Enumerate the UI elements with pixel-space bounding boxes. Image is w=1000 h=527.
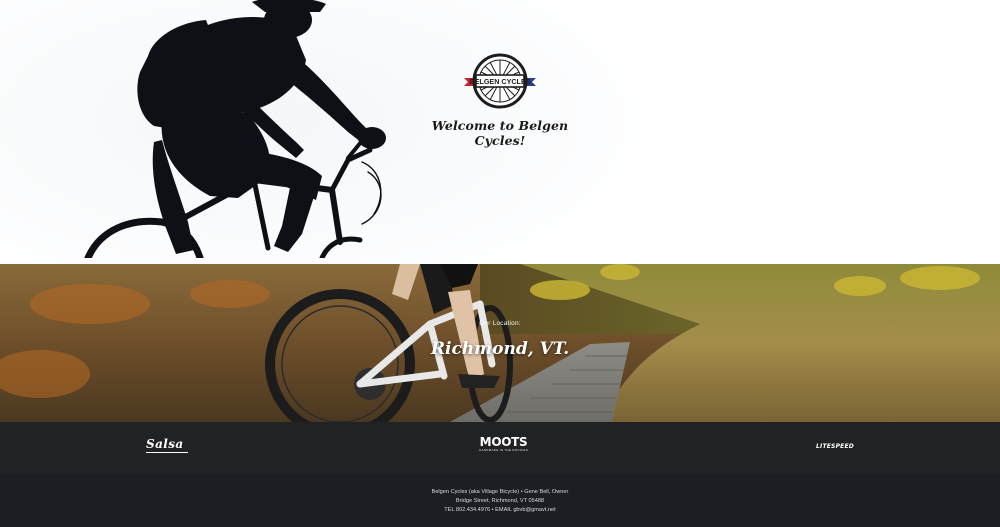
brand-salsa-logo[interactable]: Salsa (146, 437, 188, 453)
footer-address-line: Bridge Street, Richmond, VT 05488 (455, 498, 545, 504)
site-footer: Belgen Cycles (aka Village Bicycle) • Ge… (0, 474, 1000, 527)
brand-moots-name: MOOTS (479, 435, 528, 449)
footer-contact-line: TEL 802.434.4976 • EMAIL gbvb@gmavt.net (444, 507, 556, 513)
hero-section: BELGEN CYCLES Welcome to Belgen Cycles! (0, 0, 1000, 264)
brands-strip: Salsa MOOTS HANDMADE IN THE ROCKIES LITE… (0, 422, 1000, 474)
location-text-block: Our Location: Richmond, VT. (0, 320, 1000, 359)
brand-moots-logo[interactable]: MOOTS HANDMADE IN THE ROCKIES (479, 436, 528, 452)
hero-brand-block: BELGEN CYCLES Welcome to Belgen Cycles! (420, 52, 580, 148)
footer-business-line: Belgen Cycles (aka Village Bicycle) • Ge… (431, 489, 569, 495)
location-city: Richmond, VT. (430, 339, 570, 359)
brand-salsa-name: Salsa (146, 437, 184, 451)
salsa-underline (146, 452, 188, 453)
welcome-heading: Welcome to Belgen Cycles! (431, 118, 569, 148)
belgen-cycles-logo[interactable]: BELGEN CYCLES (462, 52, 538, 110)
brand-moots-tagline: HANDMADE IN THE ROCKIES (479, 448, 529, 452)
brand-litespeed-logo[interactable]: LITESPEED (816, 443, 854, 450)
location-label: Our Location: (479, 320, 521, 327)
hero-cyclist-photo (84, 0, 386, 258)
brand-litespeed-name: LITESPEED (816, 443, 854, 450)
location-section: Our Location: Richmond, VT. (0, 264, 1000, 422)
logo-text: BELGEN CYCLES (469, 77, 530, 86)
footer-contact: Belgen Cycles (aka Village Bicycle) • Ge… (0, 488, 1000, 515)
